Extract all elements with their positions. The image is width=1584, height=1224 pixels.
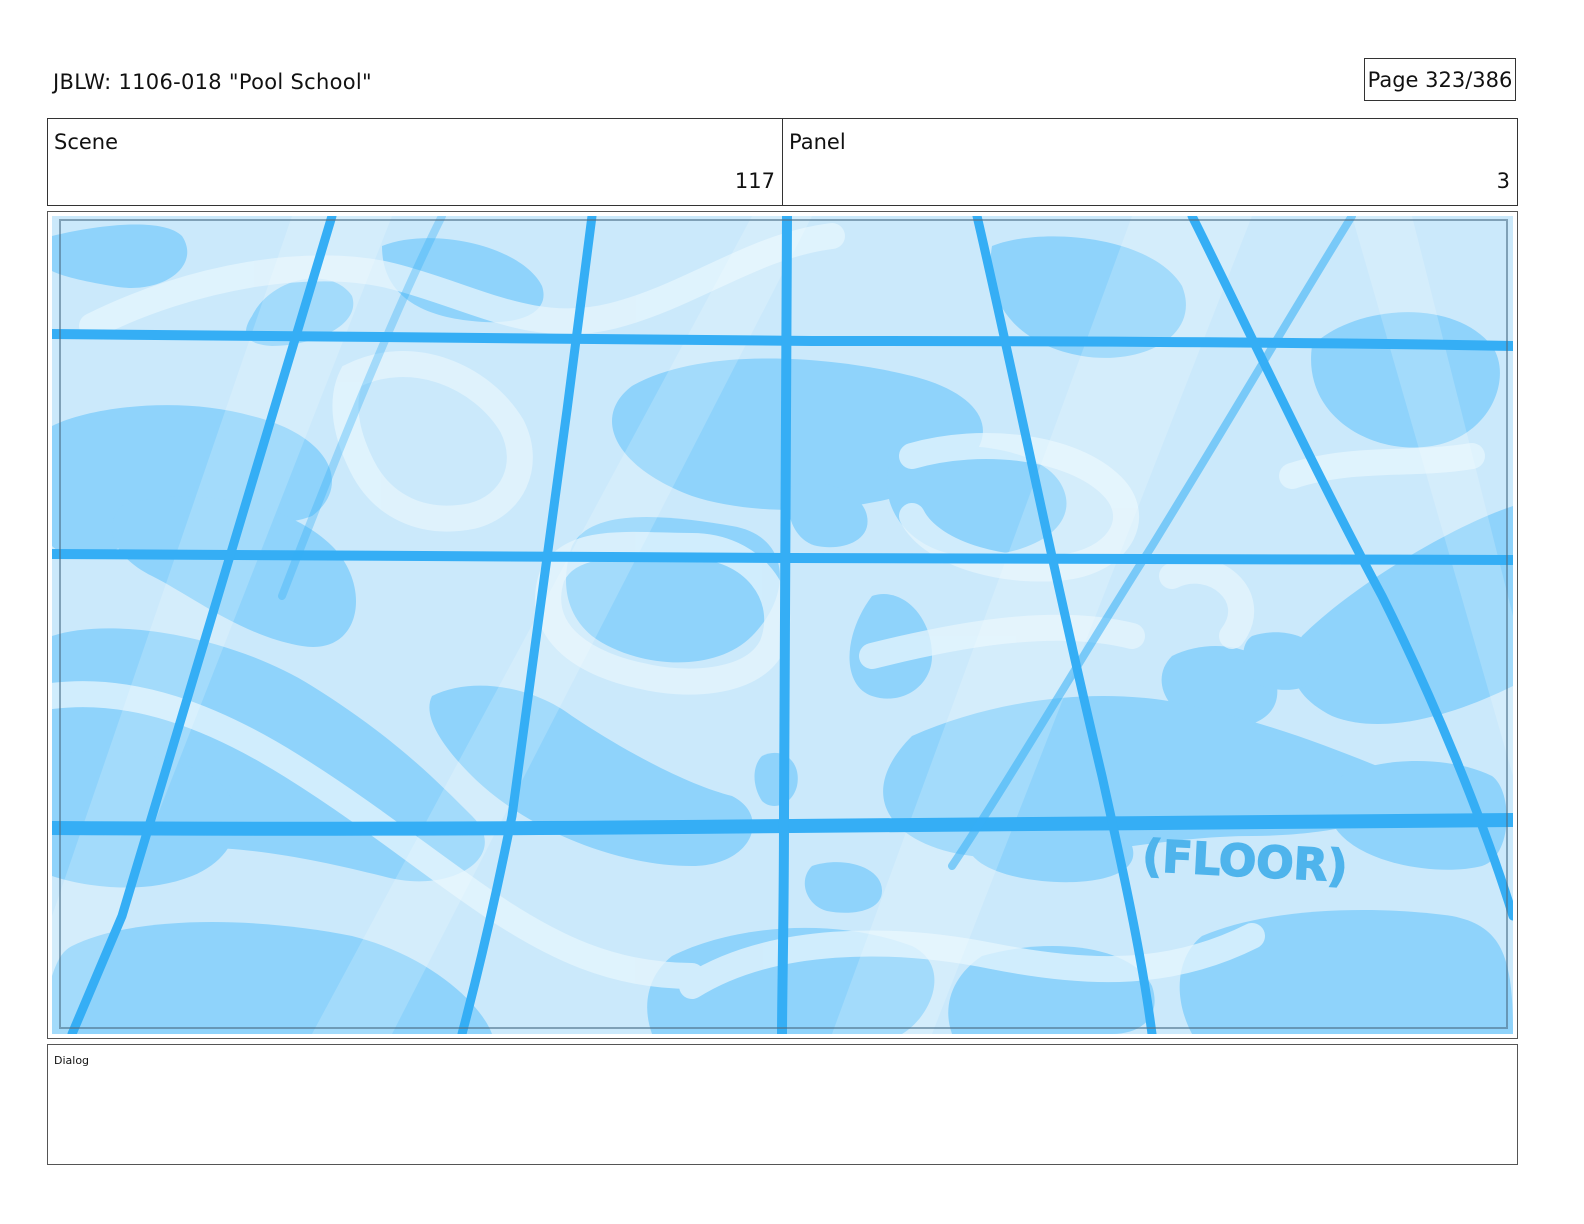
panel-label: Panel xyxy=(789,130,846,154)
document-title: JBLW: 1106-018 "Pool School" xyxy=(53,70,372,94)
scene-cell: Scene 117 xyxy=(48,119,783,205)
floor-caption: (FLOOR) xyxy=(1141,831,1349,893)
page-number-box: Page 323/386 xyxy=(1364,58,1516,101)
scene-number: 117 xyxy=(734,169,775,193)
panel-number: 3 xyxy=(1496,169,1510,193)
dialog-label: Dialog xyxy=(54,1054,90,1067)
panel-cell: Panel 3 xyxy=(783,119,1517,205)
storyboard-panel-frame: (FLOOR) xyxy=(47,211,1518,1039)
dialog-box: Dialog xyxy=(47,1044,1518,1165)
pool-floor-illustration: (FLOOR) xyxy=(52,216,1513,1034)
storyboard-artwork: (FLOOR) xyxy=(52,216,1513,1034)
page-number: Page 323/386 xyxy=(1367,67,1513,92)
scene-label: Scene xyxy=(54,130,119,154)
scene-panel-table: Scene 117 Panel 3 xyxy=(47,118,1518,206)
